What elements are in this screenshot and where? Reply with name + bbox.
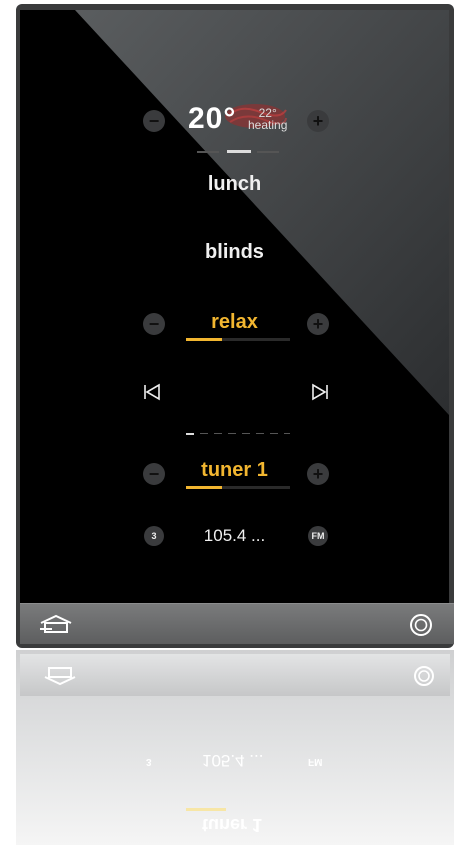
page-indicator-3 <box>257 151 279 153</box>
temp-increase-button[interactable]: + <box>307 110 329 132</box>
radio-volume-up-button[interactable]: + <box>307 463 329 485</box>
reflection-bar <box>20 654 450 696</box>
scene-lunch[interactable]: lunch <box>20 173 449 196</box>
indicator-dot <box>214 433 222 434</box>
reflected-volume-fill <box>186 808 226 811</box>
bottom-bar <box>20 603 454 644</box>
indicator-dot <box>270 433 278 434</box>
music-volume-up-button[interactable]: + <box>307 313 329 335</box>
band-button[interactable]: FM <box>308 526 328 546</box>
music-volume-bar[interactable] <box>186 338 290 341</box>
climate-mode: heating <box>248 118 288 132</box>
skip-forward-icon[interactable] <box>310 383 330 401</box>
circle-button-icon[interactable] <box>408 612 434 638</box>
indicator-dot <box>256 433 264 434</box>
reflected-band: FM <box>308 756 323 767</box>
indicator-dot <box>242 433 250 434</box>
reflected-tuner: tuner 1 <box>202 815 263 835</box>
radio-volume-bar[interactable] <box>186 486 290 489</box>
home-icon[interactable] <box>38 614 74 634</box>
skip-back-icon[interactable] <box>142 383 162 401</box>
indicator-dot <box>284 433 290 434</box>
reflected-circle-icon <box>414 666 434 686</box>
radio-frequency: 105.4 ... <box>203 526 266 545</box>
music-volume-fill <box>186 338 223 341</box>
page-indicator-1 <box>197 151 219 153</box>
radio-volume-fill <box>186 486 223 489</box>
reflected-preset: 3 <box>146 756 152 767</box>
radio-source-label[interactable]: tuner 1 <box>20 459 449 482</box>
reflected-home-icon <box>44 667 76 686</box>
indicator-dot-active <box>186 433 194 435</box>
current-temperature: 20° <box>188 102 237 135</box>
touch-screen: − 20° 22° heating + lunch blinds − relax… <box>20 10 449 603</box>
music-source-label[interactable]: relax <box>20 311 449 334</box>
setpoint-block: 22° heating <box>248 107 287 131</box>
reflected-frequency: 105.4 ... <box>202 751 264 770</box>
indicator-dot <box>200 433 208 434</box>
device-reflection: 105.4 ... 3 FM tuner 1 <box>16 650 454 845</box>
page-indicator-2-active <box>227 150 251 153</box>
indicator-dot <box>228 433 236 434</box>
scene-blinds[interactable]: blinds <box>20 241 449 264</box>
temp-decrease-button[interactable]: − <box>143 110 165 132</box>
